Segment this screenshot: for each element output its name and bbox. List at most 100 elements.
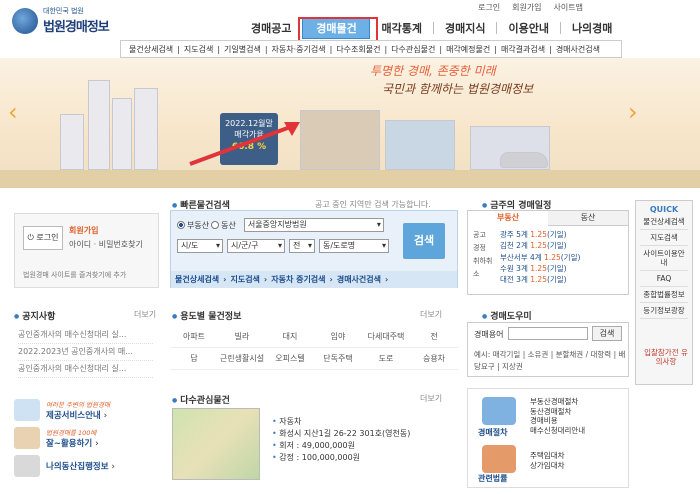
procedure-label[interactable]: 경매절차 [478,427,507,438]
use-type-item[interactable]: 도로 [362,348,410,370]
list-item[interactable]: 김천 2계 1.25(기일) [500,240,580,251]
use-type-item[interactable]: 오피스텔 [266,348,314,370]
use-type-item[interactable]: 아파트 [170,326,218,348]
schedule-filter[interactable]: 취하취소 [473,255,497,281]
list-item[interactable]: 동산경매절차 [530,407,585,417]
map-search-link[interactable]: 지도검색 [230,274,259,285]
radio-realestate[interactable] [177,221,185,229]
list-item[interactable]: 매수신청대리안내 [530,426,585,436]
list-item[interactable]: 2022.2023년 공인중개사의 매... [18,344,153,361]
subnav-item[interactable]: 지도검색 [180,44,217,55]
schedule-filter[interactable]: 공고 [473,229,497,242]
bid-notice-link[interactable]: 입찰참가전 유의사항 [641,348,691,366]
sitemap-link[interactable]: 사이트맵 [554,2,583,13]
usage-banner[interactable]: 법원경매를 100배 잘~활용하기 › [14,424,159,452]
list-item[interactable]: 광주 5계 1.25(기일) [500,229,580,240]
dong-select[interactable]: 동/도로명 [319,239,389,253]
help-title: 경매도우미 [482,309,531,322]
type-select[interactable]: 전 [289,239,315,253]
law-label[interactable]: 관련법률 [478,473,507,484]
quick-item[interactable]: 사이트이용안내 [640,246,688,271]
find-id-link[interactable]: 아이디 · 비밀번호찾기 [69,239,143,250]
subnav-item[interactable]: 매각예정물건 [442,44,494,55]
use-type-item[interactable]: 답 [170,348,218,370]
login-link[interactable]: 로그인 [478,2,500,13]
radio-movable[interactable] [211,221,220,229]
list-item[interactable]: 공인중개사의 매수신청대리 실... [18,361,153,378]
nav-notice[interactable]: 경매공고 [240,20,302,36]
subnav-item[interactable]: 자동차·중기검색 [268,44,330,55]
use-type-item[interactable]: 근린생활시설 [218,348,266,370]
use-type-item[interactable]: 승용차 [410,348,458,370]
multi-more-link[interactable]: 더보기 [420,393,442,404]
item-type[interactable]: 자동차 [272,416,410,428]
site-logo[interactable]: 대한민국 법원 법원경매정보 [12,6,110,35]
list-item[interactable]: 공인중개사의 매수신청대리 실... [18,327,153,344]
subnav-item[interactable]: 다수관심물건 [387,44,439,55]
list-item[interactable]: 경매비용 [530,416,585,426]
map-thumbnail[interactable] [172,408,260,480]
vehicle-search-link[interactable]: 자동차 중기검색 [271,274,325,285]
bookmark-link[interactable]: 법원경매 사이트를 즐겨찾기에 추가 [23,270,126,280]
hero-next-arrow-icon[interactable]: › [628,98,638,126]
nav-knowledge[interactable]: 경매지식 [434,20,496,36]
procedure-box: 경매절차 부동산경매절차 동산경매절차 경매비용 매수신청대리안내 관련법률 주… [467,388,629,488]
login-button[interactable]: ⏻ 로그인 [23,226,63,250]
procedure-icon [482,397,516,425]
list-item[interactable]: 부산서부 4계 1.25(기일) [500,252,580,263]
schedule-filter[interactable]: 경정 [473,242,497,255]
quick-item[interactable]: 물건상세검색 [640,214,688,230]
sigungu-select[interactable]: 시/군/구 [227,239,285,253]
subnav-item[interactable]: 경매사건검색 [552,44,604,55]
use-type-item[interactable]: 빌라 [218,326,266,348]
help-keywords[interactable]: 예시: 매각기일 | 소유권 | 분할채권 / 대항력 | 배당요구 | 지상권 [474,349,628,373]
red-arrow-icon [189,122,300,166]
use-type-item[interactable]: 단독주택 [314,348,362,370]
list-item[interactable]: 수원 3계 1.25(기일) [500,263,580,274]
join-link[interactable]: 회원가입 [69,225,98,236]
subnav-item[interactable]: 다수조회물건 [332,44,384,55]
notice-title: 공지사항 [14,309,55,322]
notice-more-link[interactable]: 더보기 [134,309,156,320]
notice-list: 공인중개사의 매수신청대리 실... 2022.2023년 공인중개사의 매..… [18,327,153,378]
logo-subtitle: 대한민국 법원 [43,7,84,15]
movable-info-banner[interactable]: 나의동산집행정보 › [14,452,159,480]
sido-select[interactable]: 시/도 [177,239,223,253]
term-search-input[interactable] [508,327,588,340]
term-search-button[interactable]: 검색 [592,326,622,341]
list-item[interactable]: 대전 3계 1.25(기일) [500,274,580,285]
use-type-more-link[interactable]: 더보기 [420,309,442,320]
law-list: 주택임대차 상가임대차 [530,451,565,470]
quick-item[interactable]: FAQ [640,271,688,287]
court-logo-icon [12,7,38,34]
signup-link[interactable]: 회원가입 [512,2,541,13]
nav-guide[interactable]: 이용안내 [497,20,559,36]
subnav-item[interactable]: 매각결과검색 [497,44,549,55]
quick-item[interactable]: 등기정보광장 [640,303,688,319]
schedule-box: 부동산 동산 공고 경정 취하취소 광주 5계 1.25(기일) 김천 2계 1… [467,210,629,295]
quick-item[interactable]: 지도검색 [640,230,688,246]
nav-my[interactable]: 나의경매 [561,20,623,36]
logo-title: 법원경매정보 [43,20,110,35]
tab-movable[interactable]: 동산 [548,211,628,226]
detail-search-link[interactable]: 물건상세검색 [175,274,219,285]
radio-realestate-label: 부동산 [187,220,210,230]
court-select[interactable]: 서울중앙지방법원 [243,218,384,232]
subnav-item[interactable]: 기일별검색 [220,44,265,55]
list-item[interactable]: 부동산경매절차 [530,397,585,407]
tab-realestate[interactable]: 부동산 [468,211,548,226]
banner-label: 잘~활용하기 [46,439,93,449]
nav-stats[interactable]: 매각통계 [370,20,432,36]
list-item[interactable]: 상가임대차 [530,461,565,471]
use-type-item[interactable]: 임야 [314,326,362,348]
subnav-item[interactable]: 물건상세검색 [125,44,177,55]
service-banner[interactable]: 여러분 주변의 법원경매 제공서비스안내 › [14,396,159,424]
search-button[interactable]: 검색 [403,223,445,259]
list-item[interactable]: 주택임대차 [530,451,565,461]
case-search-link[interactable]: 경매사건검색 [337,274,381,285]
hero-prev-arrow-icon[interactable]: ‹ [8,98,18,126]
use-type-item[interactable]: 전 [410,326,458,348]
use-type-item[interactable]: 대지 [266,326,314,348]
quick-item[interactable]: 종합법률정보 [640,287,688,303]
use-type-item[interactable]: 다세대주택 [362,326,410,348]
